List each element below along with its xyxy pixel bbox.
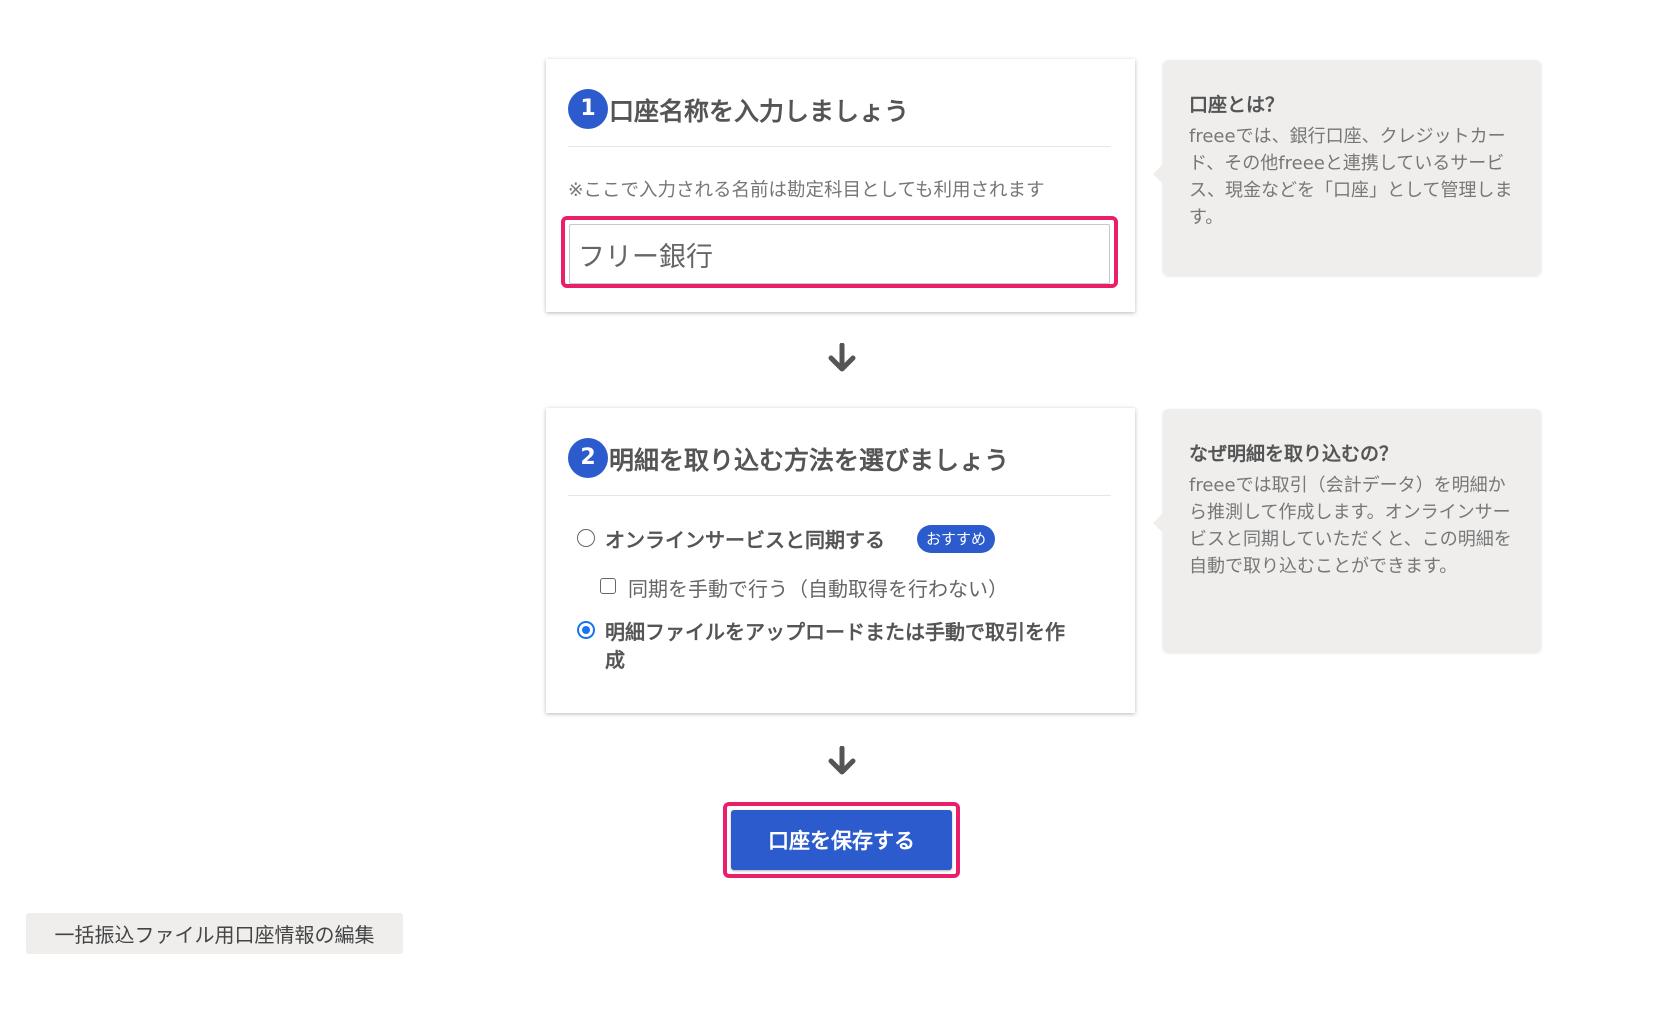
- help-title: 口座とは？: [1189, 94, 1285, 116]
- arrow-down-icon: [828, 343, 856, 372]
- step2-title: 明細を取り込む方法を選びましょう: [609, 446, 1010, 475]
- step1-header: 1 口座名称を入力しましょう: [568, 86, 1111, 147]
- step-number-badge: 2: [568, 438, 608, 478]
- help-body: freeeでは、銀行口座、クレジットカード、その他freeeと連携しているサービ…: [1189, 126, 1513, 228]
- save-account-button[interactable]: 口座を保存する: [731, 810, 952, 870]
- help-panel-account: 口座とは？ freeeでは、銀行口座、クレジットカード、その他freeeと連携し…: [1153, 60, 1541, 275]
- account-name-highlight: [561, 216, 1118, 288]
- step2-card: 2 明細を取り込む方法を選びましょう オンラインサービスと同期する おすすめ 同…: [546, 408, 1135, 713]
- step-number-badge: 1: [568, 89, 608, 129]
- radio-online-sync[interactable]: [577, 529, 595, 547]
- save-button-highlight: 口座を保存する: [723, 802, 960, 878]
- help-title: なぜ明細を取り込むの？: [1189, 443, 1399, 465]
- option-online-sync-label[interactable]: オンラインサービスと同期する: [605, 524, 885, 553]
- option-manual-sync-label[interactable]: 同期を手動で行う（自動取得を行わない）: [628, 573, 1008, 602]
- radio-upload[interactable]: [577, 621, 595, 639]
- arrow-down-icon: [828, 746, 856, 775]
- help-panel-statements: なぜ明細を取り込むの？ freeeでは取引（会計データ）を明細から推測して作成し…: [1153, 409, 1541, 652]
- option-upload-label[interactable]: 明細ファイルをアップロードまたは手動で取引を作: [605, 616, 1065, 645]
- checkbox-manual-sync[interactable]: [600, 578, 616, 594]
- account-name-input[interactable]: [569, 224, 1110, 284]
- step2-header: 2 明細を取り込む方法を選びましょう: [568, 435, 1111, 496]
- bulk-transfer-edit-button[interactable]: 一括振込ファイル用口座情報の編集: [26, 913, 403, 954]
- step1-title: 口座名称を入力しましょう: [609, 97, 910, 126]
- step1-card: 1 口座名称を入力しましょう ※ここで入力される名前は勘定科目としても利用されま…: [546, 59, 1135, 312]
- help-body: freeeでは取引（会計データ）を明細から推測して作成します。オンラインサービス…: [1189, 475, 1512, 577]
- recommended-badge: おすすめ: [917, 525, 996, 553]
- option-upload-label-cont[interactable]: 成: [605, 644, 625, 673]
- account-name-note: ※ここで入力される名前は勘定科目としても利用されます: [568, 180, 1045, 201]
